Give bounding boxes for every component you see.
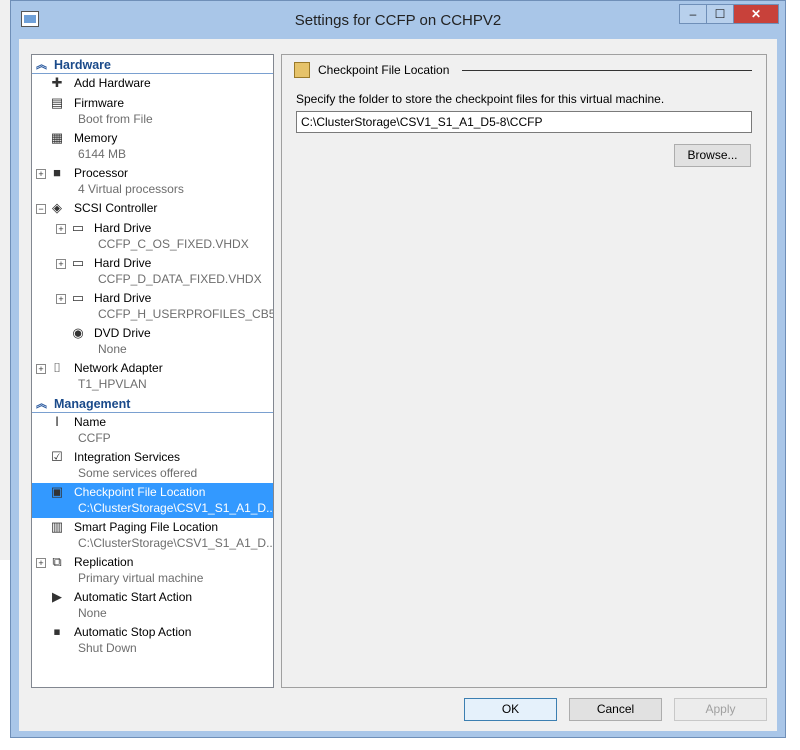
checkpoint-path-input[interactable]: C:\ClusterStorage\CSV1_S1_A1_D5-8\CCFP [296, 111, 752, 133]
apply-button[interactable]: Apply [674, 698, 767, 721]
settings-tree[interactable]: ︽ Hardware ✚ Add Hardware ▤ Firmware Boo… [31, 54, 274, 688]
tree-item-dvd-drive[interactable]: ◉ DVD Drive None [32, 324, 273, 359]
expand-icon[interactable]: + [56, 294, 66, 304]
memory-icon: ▦ [50, 130, 64, 145]
management-section-header[interactable]: ︽ Management [32, 396, 273, 413]
tree-item-name[interactable]: Ⅰ Name CCFP [32, 413, 273, 448]
expand-icon[interactable]: + [36, 364, 46, 374]
close-button[interactable]: ✕ [733, 4, 779, 24]
tree-item-network-adapter[interactable]: + ⌷ Network Adapter T1_HPVLAN [32, 359, 273, 394]
auto-start-icon: ▶ [52, 589, 62, 604]
ok-button[interactable]: OK [464, 698, 557, 721]
tree-item-hard-drive-1[interactable]: + ▭ Hard Drive CCFP_C_OS_FIXED.VHDX [32, 219, 273, 254]
tree-item-smart-paging-file-location[interactable]: ▥ Smart Paging File Location C:\ClusterS… [32, 518, 273, 553]
tree-item-checkpoint-file-location[interactable]: ▣ Checkpoint File Location C:\ClusterSto… [32, 483, 273, 518]
settings-dialog: Settings for CCFP on CCHPV2 – ☐ ✕ ︽ Hard… [10, 0, 786, 738]
dialog-client-area: ︽ Hardware ✚ Add Hardware ▤ Firmware Boo… [19, 39, 777, 731]
replication-icon: ⧉ [52, 554, 62, 569]
expand-icon[interactable]: + [56, 259, 66, 269]
maximize-button[interactable]: ☐ [706, 4, 734, 24]
smart-paging-icon: ▥ [50, 519, 64, 534]
hard-drive-icon: ▭ [71, 290, 85, 305]
tree-item-scsi-controller[interactable]: − ◈ SCSI Controller [32, 199, 273, 219]
dvd-drive-icon: ◉ [72, 325, 84, 340]
hard-drive-icon: ▭ [71, 255, 85, 270]
add-hardware-icon: ✚ [51, 75, 63, 90]
detail-header-title: Checkpoint File Location [318, 63, 450, 77]
hardware-section-header[interactable]: ︽ Hardware [32, 57, 273, 74]
expand-icon[interactable]: + [36, 169, 46, 179]
background-window-edge-bottom [0, 738, 800, 750]
tree-item-automatic-stop-action[interactable]: ⏹ Automatic Stop Action Shut Down [32, 623, 273, 658]
checkpoint-folder-icon [294, 62, 310, 78]
caption-buttons: – ☐ ✕ [679, 4, 779, 26]
tree-item-hard-drive-2[interactable]: + ▭ Hard Drive CCFP_D_DATA_FIXED.VHDX [32, 254, 273, 289]
tree-item-hard-drive-3[interactable]: + ▭ Hard Drive CCFP_H_USERPROFILES_CB5..… [32, 289, 273, 324]
checkpoint-icon: ▣ [50, 484, 64, 499]
processor-icon: ■ [53, 165, 61, 180]
integration-services-icon: ☑ [51, 449, 63, 464]
tree-item-firmware[interactable]: ▤ Firmware Boot from File [32, 94, 273, 129]
collapse-chevron-icon[interactable]: ︽ [36, 57, 50, 73]
tree-item-integration-services[interactable]: ☑ Integration Services Some services off… [32, 448, 273, 483]
tree-item-replication[interactable]: + ⧉ Replication Primary virtual machine [32, 553, 273, 588]
name-icon: Ⅰ [55, 414, 59, 429]
browse-button[interactable]: Browse... [674, 144, 751, 167]
collapse-icon[interactable]: − [36, 204, 46, 214]
network-adapter-icon: ⌷ [53, 360, 61, 375]
tree-item-add-hardware[interactable]: ✚ Add Hardware [32, 74, 273, 94]
firmware-icon: ▤ [50, 95, 64, 110]
header-divider [462, 70, 752, 71]
collapse-chevron-icon[interactable]: ︽ [36, 396, 50, 412]
expand-icon[interactable]: + [36, 558, 46, 568]
tree-item-memory[interactable]: ▦ Memory 6144 MB [32, 129, 273, 164]
minimize-button[interactable]: – [679, 4, 707, 24]
tree-item-automatic-start-action[interactable]: ▶ Automatic Start Action None [32, 588, 273, 623]
scsi-controller-icon: ◈ [52, 200, 62, 215]
expand-icon[interactable]: + [56, 224, 66, 234]
auto-stop-icon: ⏹ [53, 624, 61, 639]
window-title: Settings for CCFP on CCHPV2 [294, 12, 502, 29]
detail-description: Specify the folder to store the checkpoi… [296, 92, 665, 106]
hard-drive-icon: ▭ [71, 220, 85, 235]
cancel-button[interactable]: Cancel [569, 698, 662, 721]
detail-pane: Checkpoint File Location Specify the fol… [281, 54, 767, 688]
title-bar[interactable]: Settings for CCFP on CCHPV2 – ☐ ✕ [11, 1, 785, 39]
tree-item-processor[interactable]: + ■ Processor 4 Virtual processors [32, 164, 273, 199]
